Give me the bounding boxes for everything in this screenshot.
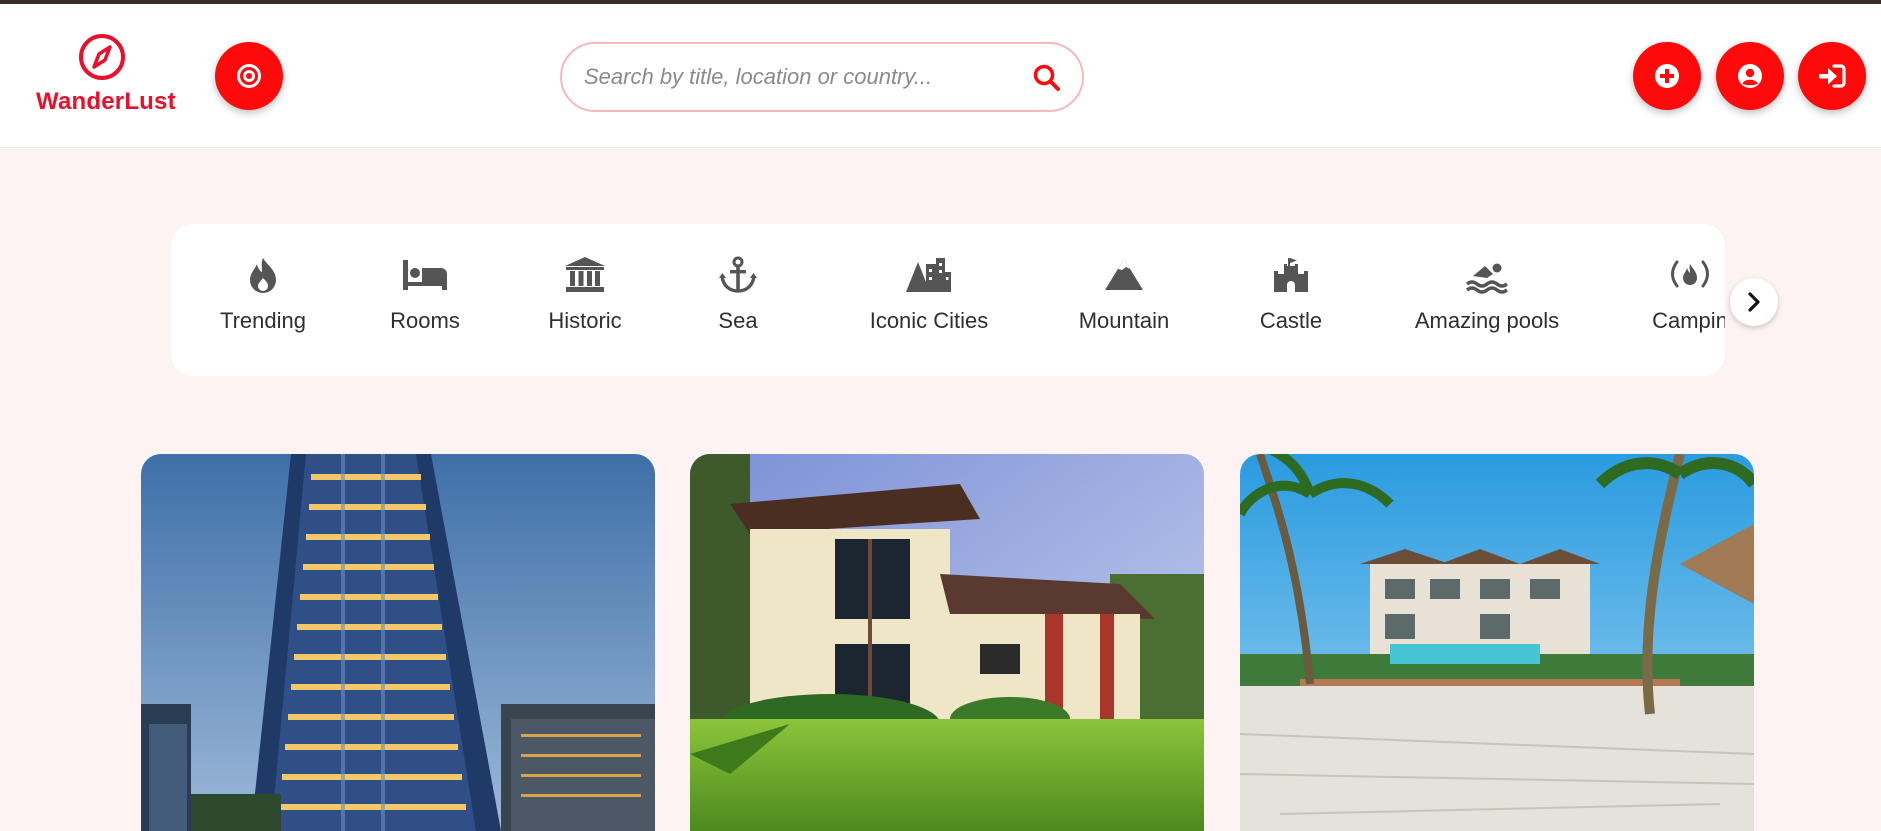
beach-villa-photo: [1240, 454, 1754, 831]
sign-in-icon: [1819, 64, 1846, 88]
category-iconic-cities[interactable]: Iconic Cities: [866, 256, 992, 334]
swimmer-icon: [1465, 263, 1509, 294]
category-trending[interactable]: Trending: [218, 256, 308, 334]
search-bar: [560, 42, 1084, 112]
brand-logo[interactable]: WanderLust: [36, 32, 176, 122]
landmark-icon: [565, 257, 605, 292]
target-icon: [237, 64, 261, 88]
modern-house-photo: [690, 454, 1204, 831]
category-mountain[interactable]: Mountain: [1076, 256, 1172, 334]
add-listing-button[interactable]: [1633, 42, 1701, 110]
highrise-tower-photo: [141, 454, 655, 831]
listing-card-3[interactable]: [1240, 454, 1754, 831]
search-input[interactable]: [584, 58, 1014, 96]
chevron-right-icon: [1748, 292, 1760, 312]
explore-button[interactable]: [215, 42, 283, 110]
bed-icon: [403, 260, 447, 290]
fire-icon: [250, 258, 276, 293]
mountain-icon: [1105, 259, 1143, 290]
plus-circle-icon: [1655, 64, 1679, 88]
user-circle-icon: [1738, 64, 1762, 88]
category-rooms[interactable]: Rooms: [383, 256, 467, 334]
category-amazing-pools[interactable]: Amazing pools: [1412, 256, 1562, 334]
category-historic[interactable]: Historic: [545, 256, 625, 334]
compass-icon: [79, 34, 125, 80]
category-filter-bar: Trending Rooms Historic Sea Iconic Citie…: [171, 224, 1725, 376]
castle-icon: [1274, 258, 1308, 292]
category-castle[interactable]: Castle: [1256, 256, 1326, 334]
category-next-button[interactable]: [1730, 278, 1778, 326]
listing-card-2[interactable]: [690, 454, 1204, 831]
category-sea[interactable]: Sea: [718, 256, 758, 334]
campfire-icon: [1671, 260, 1709, 288]
login-button[interactable]: [1798, 42, 1866, 110]
mountain-city-icon: [906, 258, 951, 292]
anchor-icon: [719, 256, 757, 293]
header: WanderLust: [0, 4, 1881, 148]
listing-card-1[interactable]: [141, 454, 655, 831]
brand-name: WanderLust: [36, 88, 176, 115]
search-icon[interactable]: [1032, 63, 1062, 93]
profile-button[interactable]: [1716, 42, 1784, 110]
category-camping[interactable]: Campin: [1645, 256, 1725, 334]
